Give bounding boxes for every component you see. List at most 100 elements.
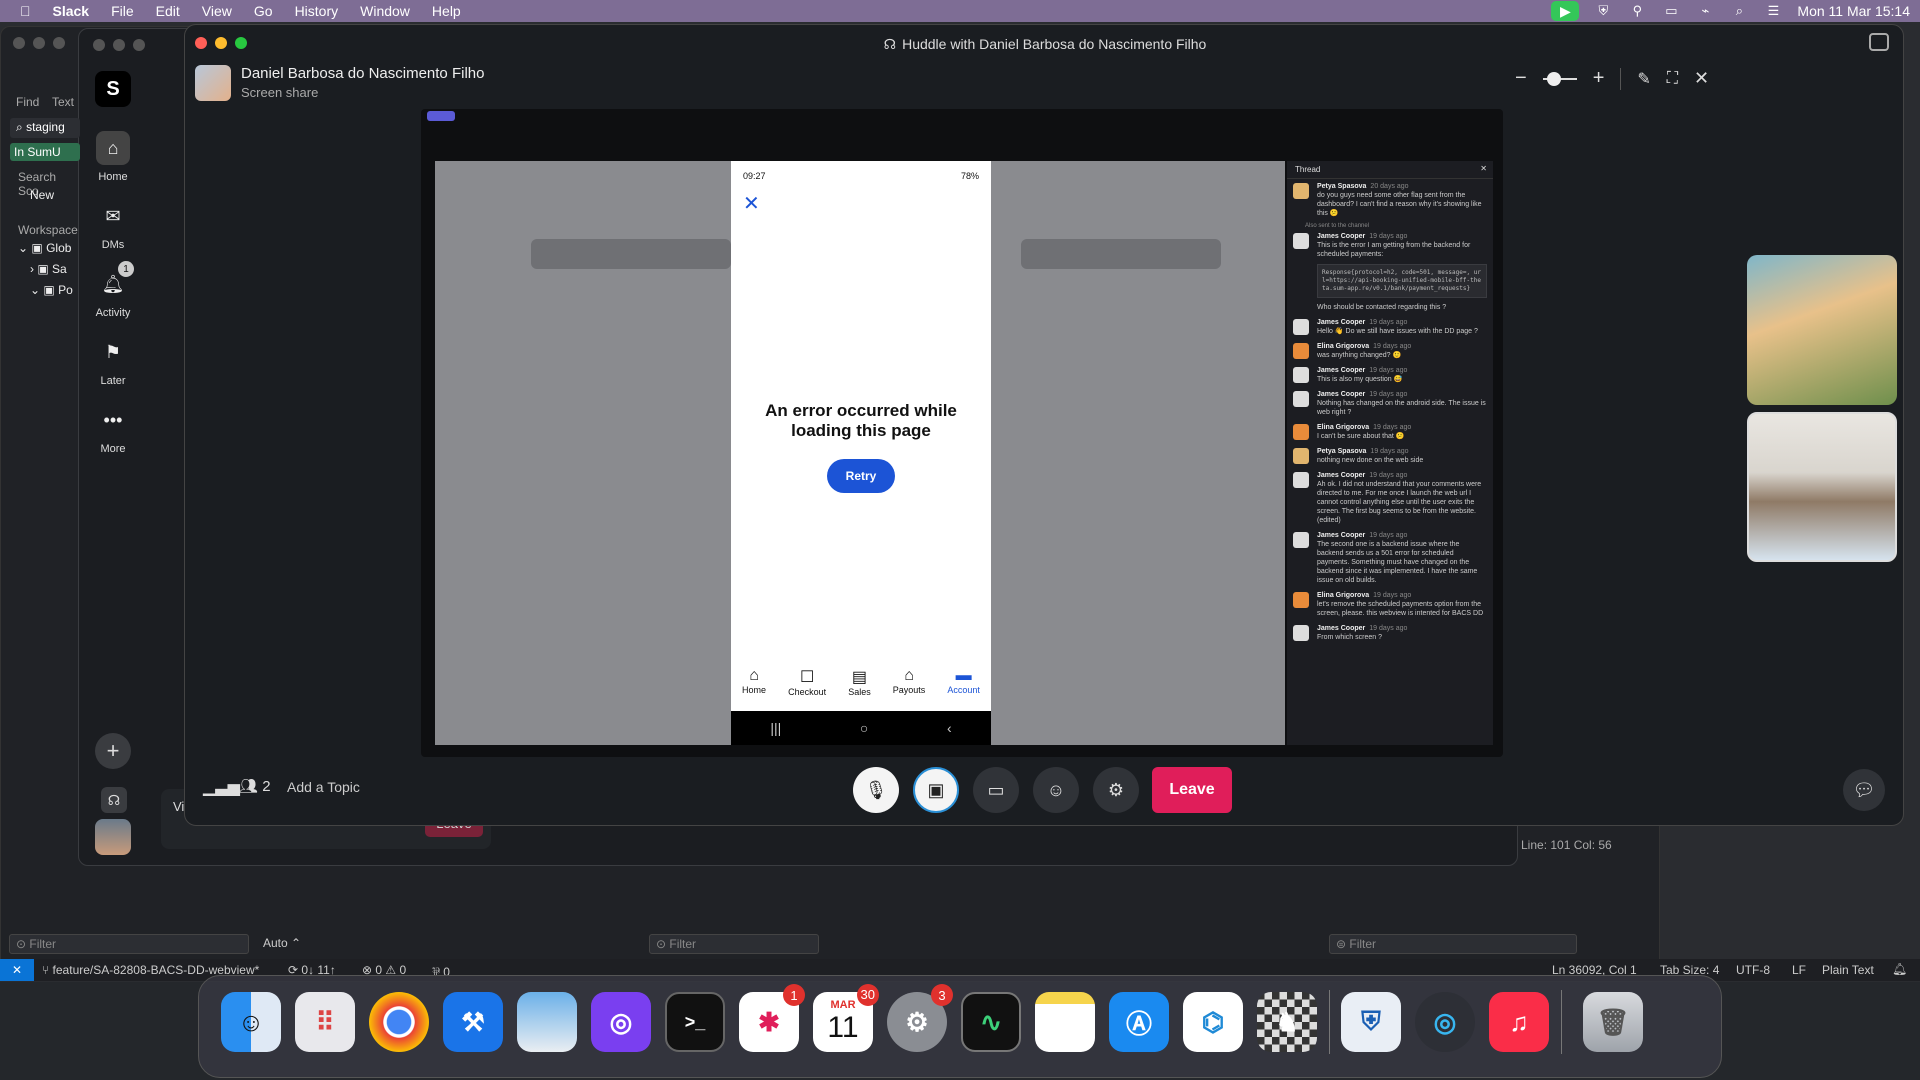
search-input[interactable]: ⌕ staging (10, 118, 80, 138)
message-author[interactable]: Elina Grigorova (1317, 424, 1369, 431)
rail-home[interactable]: ⌂ Home (79, 131, 147, 183)
nav-account[interactable]: ▬ Account (947, 667, 980, 707)
nav-payouts[interactable]: ⌂ Payouts (893, 667, 926, 707)
remote-icon[interactable]: ✕ (0, 959, 34, 981)
message-avatar[interactable] (1293, 367, 1309, 383)
draw-off-icon[interactable]: ✎ (1637, 69, 1650, 89)
thread-message[interactable]: James Cooper 19 days ago Nothing has chang… (1287, 387, 1493, 420)
thread-message[interactable]: James Cooper 19 days ago This is the error… (1287, 229, 1493, 262)
notes-icon[interactable] (1035, 992, 1095, 1052)
finder-icon[interactable]: ☺ (221, 992, 281, 1052)
share-screen-button[interactable]: ▭ (973, 767, 1019, 813)
editor-filter-middle[interactable]: ⊙ Filter (649, 934, 819, 954)
apple-icon[interactable]:  (0, 3, 42, 19)
message-time[interactable]: 19 days ago (1369, 472, 1407, 479)
thread-message[interactable]: James Cooper 19 days ago This is also my q… (1287, 363, 1493, 387)
message-time[interactable]: 19 days ago (1373, 592, 1411, 599)
message-time[interactable]: 19 days ago (1369, 233, 1407, 240)
message-avatar[interactable] (1293, 592, 1309, 608)
message-author[interactable]: James Cooper (1317, 319, 1365, 326)
message-avatar[interactable] (1293, 532, 1309, 548)
thread-message[interactable]: Elina Grigorova 19 days ago let's remove t… (1287, 588, 1493, 621)
message-time[interactable]: 19 days ago (1370, 448, 1408, 455)
message-avatar[interactable] (1293, 343, 1309, 359)
leave-button[interactable]: Leave (1152, 767, 1232, 813)
message-avatar[interactable] (1293, 183, 1309, 199)
chess-icon[interactable]: ♞ (1257, 992, 1317, 1052)
menubar-clock[interactable]: Mon 11 Mar 15:14 (1797, 3, 1910, 19)
message-author[interactable]: James Cooper (1317, 233, 1365, 240)
language-mode[interactable]: Plain Text (1822, 963, 1874, 977)
message-time[interactable]: 20 days ago (1370, 183, 1408, 190)
nav-checkout[interactable]: ☐ Checkout (788, 667, 826, 707)
zoom-slider-handle[interactable] (1546, 71, 1561, 86)
huddle-panel-toggle-icon[interactable] (1869, 33, 1889, 51)
quicktime-icon[interactable]: ◎ (1415, 992, 1475, 1052)
editor-auto-select[interactable]: Auto ⌃ (263, 936, 301, 950)
slack-icon[interactable]: ✱ 1 (739, 984, 805, 1052)
rail-more[interactable]: ••• More (79, 403, 147, 456)
facetime-camera-icon[interactable]: ▶ (1551, 1, 1580, 21)
control-center-icon[interactable]: ☰ (1763, 4, 1783, 18)
menu-help[interactable]: Help (421, 3, 472, 19)
menu-edit[interactable]: Edit (145, 3, 191, 19)
add-topic-button[interactable]: Add a Topic (287, 779, 360, 795)
eol[interactable]: LF (1792, 963, 1806, 977)
home-circle-icon[interactable]: ○ (860, 720, 868, 736)
launchpad-icon[interactable]: ⠿ (295, 992, 355, 1052)
workspace-logo[interactable]: S (95, 71, 131, 107)
video-button[interactable]: ▣ (913, 767, 959, 813)
zoom-slider[interactable] (1542, 71, 1577, 86)
zoom-in-icon[interactable]: + (1593, 67, 1605, 90)
message-time[interactable]: 19 days ago (1369, 625, 1407, 632)
reactions-button[interactable]: ☺ (1033, 767, 1079, 813)
signal-icon[interactable]: ▁▃▅ (203, 777, 240, 797)
message-avatar[interactable] (1293, 424, 1309, 440)
close-share-icon[interactable]: ✕ (1694, 68, 1709, 89)
nav-sales[interactable]: ▤ Sales (848, 667, 871, 707)
github-desktop-icon[interactable]: ◎ (591, 992, 651, 1052)
message-author[interactable]: James Cooper (1317, 391, 1365, 398)
thread-message[interactable]: James Cooper 19 days ago Hello 👋 Do we sti… (1287, 315, 1493, 339)
thread-message[interactable]: Who should be contacted regarding this ? (1287, 300, 1493, 315)
menu-view[interactable]: View (191, 3, 243, 19)
message-avatar[interactable] (1293, 319, 1309, 335)
back-icon[interactable]: ‹ (947, 720, 952, 736)
message-author[interactable]: Elina Grigorova (1317, 592, 1369, 599)
network-icon[interactable]: ⚲ (1627, 4, 1647, 18)
in-sumup-badge[interactable]: In SumU (10, 143, 80, 161)
rail-dms[interactable]: ✉ DMs (79, 199, 147, 252)
notifications-bell-icon[interactable]: 🔔︎ (1892, 962, 1907, 976)
retry-button[interactable]: Retry (827, 459, 895, 493)
nav-home[interactable]: ⌂ Home (742, 667, 766, 707)
zoom-out-icon[interactable]: − (1515, 67, 1527, 90)
message-avatar[interactable] (1293, 233, 1309, 249)
thread-message[interactable]: James Cooper 19 days ago The second one is… (1287, 528, 1493, 588)
chrome-icon[interactable] (369, 992, 429, 1052)
message-time[interactable]: 19 days ago (1369, 532, 1407, 539)
message-author[interactable]: Petya Spasova (1317, 183, 1366, 190)
thread-message[interactable]: Elina Grigorova 19 days ago I can't be sur… (1287, 420, 1493, 444)
thread-message[interactable]: Petya Spasova 19 days ago nothing new done… (1287, 444, 1493, 468)
system-settings-icon[interactable]: ⚙ 3 (887, 984, 953, 1052)
message-author[interactable]: James Cooper (1317, 625, 1365, 632)
message-time[interactable]: 19 days ago (1369, 319, 1407, 326)
rail-activity[interactable]: 🔔︎ 1 Activity (79, 261, 147, 319)
participant-video-1[interactable] (1747, 255, 1897, 405)
recents-icon[interactable]: ||| (770, 720, 781, 736)
menu-app-slack[interactable]: Slack (42, 3, 101, 19)
message-time[interactable]: 19 days ago (1369, 391, 1407, 398)
vpn-icon[interactable]: ⛨ (1593, 4, 1613, 18)
message-time[interactable]: 19 days ago (1373, 424, 1411, 431)
menu-file[interactable]: File (100, 3, 145, 19)
message-time[interactable]: 19 days ago (1369, 367, 1407, 374)
tree-po[interactable]: ⌄ ▣ Po (30, 283, 73, 297)
message-avatar[interactable] (1293, 625, 1309, 641)
huddle-headphones-icon[interactable]: ☊ (101, 787, 127, 813)
menu-go[interactable]: Go (243, 3, 284, 19)
message-author[interactable]: James Cooper (1317, 532, 1365, 539)
close-thread-icon[interactable]: ✕ (1480, 164, 1487, 173)
app-store-icon[interactable]: Ⓐ (1109, 992, 1169, 1052)
tree-sa[interactable]: › ▣ Sa (30, 262, 67, 276)
mic-button[interactable]: 🎙︎ (853, 767, 899, 813)
